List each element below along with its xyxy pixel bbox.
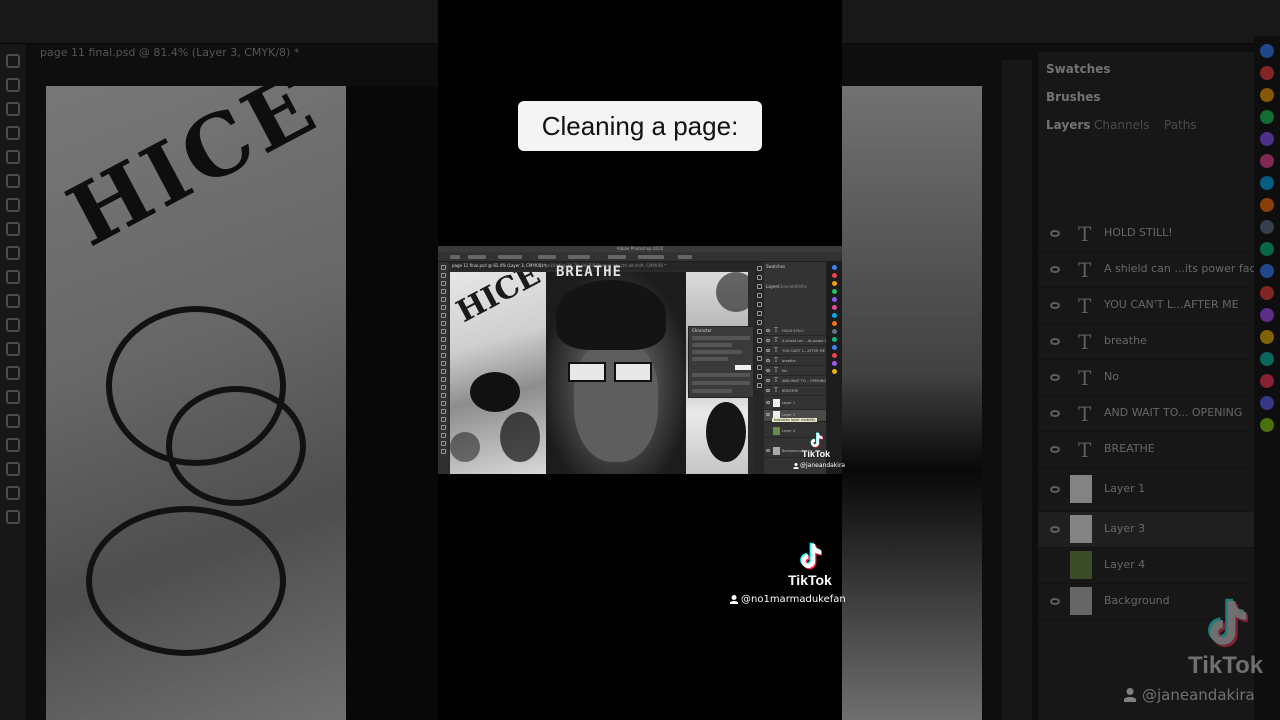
ps-doc-tab-active[interactable]: page 11 final.psd @ 81.4% (Layer 3, CMYK…	[452, 263, 546, 268]
ps-paths-tab[interactable]: Paths	[796, 284, 807, 289]
portrait-hair	[556, 280, 666, 350]
user-icon	[730, 595, 738, 604]
photoshop-screenshot: Adobe Photoshop 2020 page 11 final.psd @…	[438, 246, 842, 474]
bg-layer-row: T No	[1038, 360, 1280, 396]
screenshot-tiktok-handle: @janeandakira	[793, 462, 845, 469]
bg-tool-rail	[0, 44, 26, 720]
tiktok-handle: @no1marmadukefan	[730, 594, 846, 605]
tiktok-watermark: TikTok	[788, 542, 832, 588]
bg-tiktok-handle: @janeandakira	[1124, 686, 1255, 704]
ps-channels-tab[interactable]: Channels	[778, 284, 797, 289]
layer-row[interactable]: Tbreathe	[764, 356, 826, 366]
ps-toolbar[interactable]	[438, 262, 448, 474]
layer-row[interactable]: T HOLD STILL!	[764, 326, 826, 336]
bg-layer-row: T HOLD STILL!	[1038, 216, 1280, 252]
layer-visibility-tooltip: Indicates layer visibility	[772, 418, 818, 422]
sketch-hice-lettering: HICE	[451, 272, 546, 330]
bg-layer-row: Layer 4	[1038, 548, 1280, 584]
portrait-glasses	[568, 362, 656, 384]
user-icon	[1124, 688, 1136, 702]
bg-tiktok-logo: TikTok	[1188, 598, 1263, 680]
portrait-face	[574, 342, 658, 462]
bg-channels-tab: Channels	[1094, 118, 1150, 132]
screenshot-tiktok-logo: TikTok	[802, 432, 830, 459]
screenshot-tiktok-wordmark: TikTok	[802, 449, 831, 459]
bg-layer-row: Tbreathe	[1038, 324, 1280, 360]
ps-options-bar	[438, 252, 842, 262]
bg-layers-tab: Layers	[1046, 118, 1091, 132]
ps-character-panel[interactable]: Character	[688, 326, 754, 398]
character-color-swatch[interactable]	[735, 365, 751, 370]
layer-row[interactable]: T AND WAIT TO... OPENING	[764, 376, 826, 386]
screenshot-handle-text: @janeandakira	[800, 462, 846, 469]
ps-canvas-sketch: HICE	[450, 272, 546, 474]
bg-layer-row: T YOU CAN'T L...AFTER ME	[1038, 288, 1280, 324]
bg-tiktok-wordmark: TikTok	[1188, 652, 1264, 679]
video-frame: page 11 final.psd @ 81.4% (Layer 3, CMYK…	[0, 0, 1280, 720]
user-icon	[793, 463, 798, 469]
tiktok-handle-text: @no1marmadukefan	[741, 594, 846, 605]
layer-row[interactable]: T YOU CAN'T L...AFTER ME	[764, 346, 826, 356]
bg-layer-row: T BREATHE	[1038, 432, 1280, 468]
bg-right-bar	[842, 0, 1280, 44]
ps-swatches-tab[interactable]: Swatches	[766, 264, 785, 269]
character-panel-title: Character	[692, 328, 712, 333]
bg-doc-tab: page 11 final.psd @ 81.4% (Layer 3, CMYK…	[40, 46, 300, 59]
tiktok-note-icon	[809, 432, 824, 448]
bg-paths-tab: Paths	[1164, 118, 1197, 132]
tiktok-note-icon	[1204, 598, 1248, 648]
bg-dark-panel	[346, 86, 438, 720]
layer-row[interactable]: T BREATHE	[764, 386, 826, 396]
bg-layer-row: Layer 3	[1038, 512, 1280, 548]
bg-mid-toolcol	[1002, 60, 1032, 720]
bg-handle-text: @janeandakira	[1142, 686, 1255, 704]
ps-canvas-portrait	[546, 272, 686, 474]
tiktok-note-icon	[798, 542, 822, 570]
bg-layer-row: TA shield can ...its power fad	[1038, 252, 1280, 288]
bg-brushes-tab: Brushes	[1046, 90, 1101, 104]
canvas-breathe-lettering: BREATHE	[556, 264, 623, 280]
caption-box: Cleaning a page:	[518, 101, 762, 151]
ps-panel-dock-icons[interactable]	[754, 262, 764, 474]
layer-row[interactable]: T No	[764, 366, 826, 376]
bg-layer-row: T AND WAIT TO... OPENING	[1038, 396, 1280, 432]
tiktok-wordmark: TikTok	[788, 572, 832, 588]
background-left-blur: page 11 final.psd @ 81.4% (Layer 3, CMYK…	[0, 0, 438, 720]
bg-options-bar	[0, 0, 438, 44]
bg-swatches-tab: Swatches	[1046, 62, 1111, 76]
bg-layer-row: Layer 1	[1038, 472, 1280, 512]
layer-row[interactable]: Layer 1	[764, 398, 826, 410]
bg-right-art	[842, 86, 982, 720]
layer-row[interactable]: TA shield can ...its power fad	[764, 336, 831, 346]
